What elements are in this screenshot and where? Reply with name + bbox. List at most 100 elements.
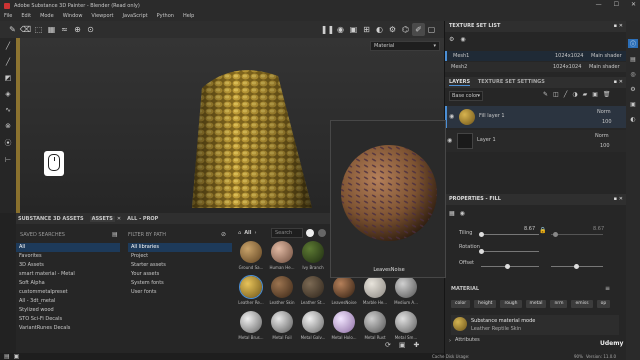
smudge-tool-icon[interactable]: ∿	[5, 106, 11, 114]
list-item[interactable]: All	[16, 243, 120, 252]
asset-thumbnail[interactable]	[302, 241, 324, 263]
grid-icon[interactable]: ⊞	[360, 23, 373, 36]
asset-thumbnail[interactable]	[395, 276, 417, 298]
visibility-icon[interactable]: ◉	[449, 113, 454, 120]
rotation-slider[interactable]	[481, 251, 539, 252]
list-item[interactable]: VariantRunes Decals	[16, 324, 120, 333]
asset-thumbnail[interactable]	[364, 276, 386, 298]
visibility-icon[interactable]: ◉	[460, 36, 465, 43]
asset-thumbnail[interactable]	[240, 241, 262, 263]
camera-icon[interactable]: ◎	[630, 71, 635, 78]
asset-thumbnail[interactable]	[333, 276, 355, 298]
maximize-icon[interactable]: ☐	[614, 1, 619, 8]
display-icon[interactable]: ▣	[630, 101, 636, 108]
clone-icon[interactable]: ⊕	[71, 23, 84, 36]
list-item[interactable]: custommetalpreset	[16, 288, 120, 297]
list-item[interactable]: smart material - Metal	[16, 270, 120, 279]
export-icon[interactable]: ▣	[399, 341, 406, 349]
tab-all-prop[interactable]: ALL - PROP	[127, 216, 158, 222]
menu-javascript[interactable]: JavaScript	[123, 13, 148, 19]
layer-row[interactable]: ◉ Layer 1 Norm 100	[445, 130, 627, 152]
measure-tool-icon[interactable]: ⊢	[5, 156, 11, 164]
brush-tool-icon[interactable]: ╱	[6, 42, 10, 50]
list-item[interactable]: STO Sci-Fi Decals	[16, 315, 120, 324]
fill-layer-icon[interactable]: ◑	[572, 91, 577, 98]
list-item[interactable]: Stylized wood	[16, 306, 120, 315]
slider-handle[interactable]	[505, 264, 510, 269]
home-icon[interactable]: ⌂	[238, 230, 241, 236]
add-mask-icon[interactable]: ◫	[553, 91, 559, 98]
asset-thumbnail[interactable]	[395, 311, 417, 333]
camera-icon[interactable]: ◉	[334, 23, 347, 36]
fill-properties-icon[interactable]: ▦	[449, 210, 455, 217]
slider-handle[interactable]	[479, 232, 484, 237]
asset-thumbnail[interactable]	[271, 276, 293, 298]
list-item[interactable]: Starter assets	[128, 261, 232, 270]
menu-viewport[interactable]: Viewport	[91, 13, 113, 19]
close-icon[interactable]: ▪ ✕	[614, 77, 623, 88]
asset-thumbnail[interactable]	[333, 311, 355, 333]
list-item[interactable]: Project	[128, 252, 232, 261]
brush-settings-icon[interactable]: ✐	[412, 23, 425, 36]
save-search-icon[interactable]: ▤	[112, 231, 118, 238]
list-item[interactable]: Favorites	[16, 252, 120, 261]
color-picker-icon[interactable]: ⦿	[5, 138, 12, 148]
chip-rough[interactable]: rough	[500, 300, 522, 308]
menu-icon[interactable]: ≡	[605, 285, 610, 292]
list-item[interactable]: Your assets	[128, 270, 232, 279]
asset-thumbnail[interactable]	[271, 311, 293, 333]
lock-icon[interactable]: 🔒	[539, 227, 546, 234]
list-item[interactable]: Soft Alpha	[16, 279, 120, 288]
shader-icon[interactable]: ◐	[630, 116, 635, 123]
camera-screenshot-icon[interactable]: ▢	[425, 23, 438, 36]
picker-icon[interactable]: ⊙	[84, 23, 97, 36]
tiling-slider[interactable]	[481, 234, 539, 235]
close-icon[interactable]: ▪ ✕	[614, 21, 623, 32]
sphere-view-icon[interactable]	[306, 229, 314, 237]
chip-nrm[interactable]: nrm	[550, 300, 568, 308]
add-effect-icon[interactable]: ✎	[543, 91, 548, 98]
pause-icon[interactable]: ❚❚	[321, 23, 334, 36]
asset-thumbnail[interactable]	[240, 311, 262, 333]
layer-row[interactable]: ◉ Fill layer 1 Norm 100	[445, 106, 627, 128]
tiling-slider-2[interactable]	[551, 234, 603, 235]
asset-thumbnail[interactable]	[364, 311, 386, 333]
settings-icon[interactable]: ⚙	[386, 23, 399, 36]
texture-set-row[interactable]: Mesh2 1024x1024 Main shader	[445, 62, 627, 72]
close-icon[interactable]: ✕	[631, 1, 636, 8]
smudge-icon[interactable]: ≈	[58, 23, 71, 36]
filter-off-icon[interactable]: ⊘	[221, 231, 226, 238]
list-item[interactable]: All - 3dt_metal	[16, 297, 120, 306]
chip-emiss[interactable]: emiss	[571, 300, 593, 308]
minimize-icon[interactable]: —	[596, 1, 602, 8]
list-item[interactable]: 3D Assets	[16, 261, 120, 270]
layout-icon-2[interactable]: ▣	[14, 353, 20, 360]
menu-file[interactable]: File	[4, 13, 12, 19]
refresh-icon[interactable]: ⟳	[385, 341, 391, 349]
menu-python[interactable]: Python	[157, 13, 174, 19]
offset-slider-x[interactable]	[481, 266, 539, 267]
material-mode-card[interactable]: Substance material mode Leather Reptile …	[451, 315, 619, 335]
tab-assets[interactable]: ASSETS	[89, 215, 115, 222]
slider-handle[interactable]	[479, 249, 484, 254]
delete-layer-icon[interactable]: 🗑	[603, 91, 611, 98]
polygon-fill-icon[interactable]: ▦	[45, 23, 58, 36]
add-layer-icon[interactable]: ▣	[592, 91, 598, 98]
asset-thumbnail[interactable]	[271, 241, 293, 263]
projection-icon[interactable]: ⬚	[32, 23, 45, 36]
tab-texture-set-settings[interactable]: TEXTURE SET SETTINGS	[478, 79, 545, 85]
asset-thumbnail[interactable]	[239, 275, 263, 299]
slider-handle[interactable]	[553, 232, 558, 237]
chip-metal[interactable]: metal	[525, 300, 547, 308]
python-icon[interactable]: ⌬	[399, 23, 412, 36]
search-input[interactable]: Search	[271, 228, 303, 238]
list-item[interactable]: System fonts	[128, 279, 232, 288]
tab-all[interactable]: All	[244, 230, 251, 236]
close-icon[interactable]: ▪ ✕	[614, 194, 623, 205]
view-cube-icon[interactable]: ▣	[347, 23, 360, 36]
render-icon[interactable]: ◐	[373, 23, 386, 36]
layer-channel-dropdown[interactable]: Base color ▾	[449, 91, 483, 101]
projection-tool-icon[interactable]: ◩	[5, 74, 12, 82]
visibility-icon[interactable]: ◉	[447, 137, 452, 144]
list-item[interactable]: User fonts	[128, 288, 232, 297]
